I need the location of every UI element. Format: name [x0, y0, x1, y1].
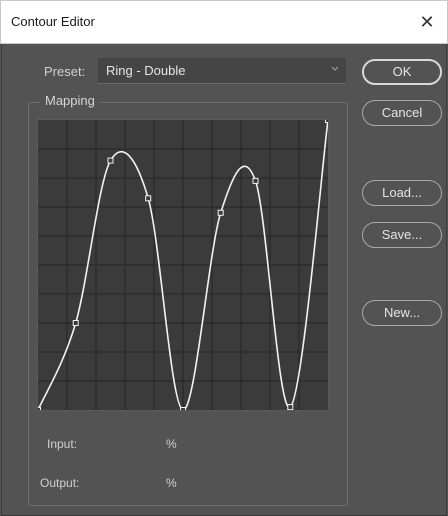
curve-control-point[interactable] — [145, 195, 152, 202]
ok-button[interactable]: OK — [362, 59, 442, 85]
input-unit: % — [166, 437, 177, 451]
curve-control-point[interactable] — [217, 209, 224, 216]
curve-control-point[interactable] — [287, 404, 294, 410]
input-field[interactable] — [100, 434, 160, 454]
chevron-down-icon — [331, 66, 339, 71]
preset-value: Ring - Double — [106, 63, 186, 78]
curve-control-point[interactable] — [38, 407, 41, 411]
mapping-legend: Mapping — [40, 93, 100, 108]
output-label: Output: — [40, 476, 80, 490]
contour-graph[interactable] — [37, 119, 329, 411]
preset-label: Preset: — [44, 64, 86, 79]
cancel-button[interactable]: Cancel — [362, 100, 442, 126]
graph-grid — [38, 120, 328, 410]
curve-control-point[interactable] — [72, 320, 79, 326]
curve-control-point[interactable] — [252, 177, 259, 184]
curve-control-point[interactable] — [180, 407, 186, 411]
curve-control-point[interactable] — [325, 120, 329, 123]
save-button[interactable]: Save... — [362, 222, 442, 248]
output-unit: % — [166, 476, 177, 490]
window-title: Contour Editor — [11, 14, 95, 29]
new-button[interactable]: New... — [362, 300, 442, 326]
contour-graph-svg[interactable] — [38, 120, 328, 410]
curve-control-point[interactable] — [107, 157, 114, 164]
output-field[interactable] — [100, 473, 160, 493]
title-bar: Contour Editor ✕ — [0, 0, 448, 44]
load-button[interactable]: Load... — [362, 180, 442, 206]
close-icon[interactable]: ✕ — [413, 9, 441, 37]
input-label: Input: — [47, 437, 78, 451]
preset-dropdown[interactable]: Ring - Double — [98, 58, 346, 84]
